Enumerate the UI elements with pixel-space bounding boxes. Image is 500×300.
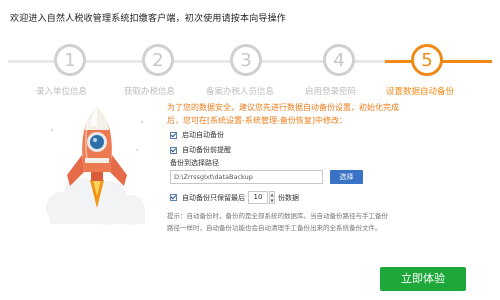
keep-backups-suffix: 份数据 <box>278 193 299 202</box>
backup-remind-label: 自动备份前提醒 <box>182 146 231 154</box>
step-2-circle: 2 <box>142 44 174 76</box>
backup-tip: 提示：自动备份时，备份的是全部系统的数据库。当自动备份路径与手工备份 路径一样时… <box>167 210 457 234</box>
backup-intro-line2: 后，您可在[系统设置-系统管理-备份恢复]中修改： <box>167 116 348 125</box>
keep-count-stepper[interactable]: ▲ ▼ <box>269 191 275 204</box>
rocket-icon <box>46 108 145 225</box>
backup-intro: 为了您的数据安全，建议您先进行数据自动备份设置，初始化完成 后，您可在[系统设置… <box>167 101 457 127</box>
keep-backups-row: 自动备份只保留最后 10 ▲ ▼ 份数据 <box>170 191 299 204</box>
window-title: 欢迎进入自然人税收管理系统扣缴客户端，初次使用请按本向导操作 <box>10 14 287 24</box>
step-5-label: 设置数据自动备份 <box>386 87 455 97</box>
backup-tip-line2: 路径一样时，自动备份功能也会自动清理手工备份出来的全系统备份文件。 <box>167 224 382 232</box>
keep-count-input[interactable]: 10 <box>248 191 268 204</box>
backup-tip-line1: 提示：自动备份时，备份的是全部系统的数据库。当自动备份路径与手工备份 <box>167 212 388 220</box>
backup-path-label: 备份到选择路径 <box>170 159 219 167</box>
step-5-circle: 5 <box>411 44 443 76</box>
keep-backups-checkbox[interactable] <box>170 194 177 201</box>
stepper-down-icon[interactable]: ▼ <box>270 198 274 204</box>
choose-path-button[interactable]: 选择 <box>330 170 363 184</box>
step-3-circle: 3 <box>230 44 262 76</box>
step-3-label: 备案办税人员信息 <box>206 87 275 97</box>
step-1-circle: 1 <box>54 44 86 76</box>
step-1-label: 录入单位信息 <box>36 87 88 97</box>
backup-intro-line1: 为了您的数据安全，建议您先进行数据自动备份设置，初始化完成 <box>167 103 399 112</box>
backup-remind-row[interactable]: 自动备份前提醒 <box>170 145 231 155</box>
start-experience-button[interactable]: 立即体验 <box>380 267 466 291</box>
keep-backups-prefix: 自动备份只保留最后 <box>182 193 245 202</box>
backup-remind-checkbox[interactable] <box>170 146 177 154</box>
backup-path-input[interactable]: D:\Zrrssglxt\dataBackup <box>170 170 323 184</box>
step-4-label: 启用登录密码 <box>305 87 357 97</box>
auto-backup-label: 启动自动备份 <box>182 131 224 139</box>
auto-backup-row[interactable]: 启动自动备份 <box>170 130 224 140</box>
auto-backup-checkbox[interactable] <box>170 131 177 139</box>
step-4-circle: 4 <box>323 44 355 76</box>
step-2-label: 获取办税信息 <box>124 87 176 97</box>
